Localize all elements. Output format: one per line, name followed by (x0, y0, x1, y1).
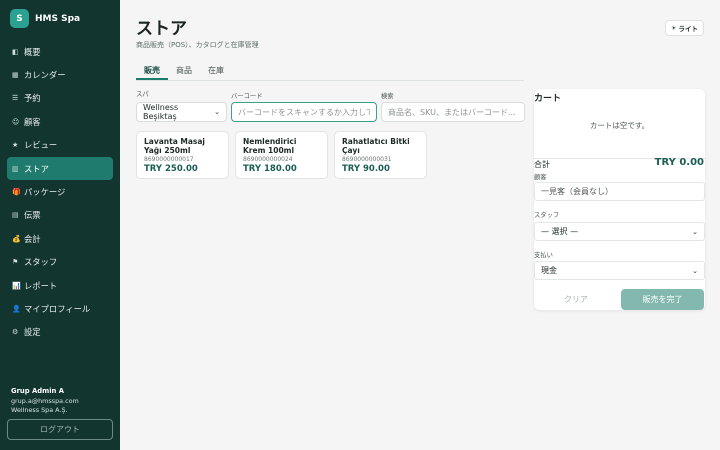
product-name: Rahatlatıcı Bitki Çayı (342, 137, 410, 155)
sidebar-item-vouchers[interactable]: ▤ 伝票 (7, 204, 113, 227)
tab-divider (136, 80, 524, 81)
payment-select[interactable]: 現金 ⌄ (534, 261, 705, 280)
sidebar-item-label: レポート (24, 280, 58, 291)
product-sku: 8690000000031 (342, 156, 392, 163)
money-bag-icon: 💰 (12, 234, 21, 243)
search-label: 検索 (381, 93, 394, 100)
user-icon: 👤 (12, 304, 21, 313)
theme-toggle-button[interactable]: ☀ ライト (665, 20, 704, 36)
search-input[interactable] (381, 102, 525, 122)
chart-icon: 📊 (12, 281, 21, 290)
chevron-down-icon: ⌄ (692, 227, 698, 236)
brand[interactable]: S HMS Spa (10, 9, 80, 28)
logout-button[interactable]: ログアウト (7, 419, 113, 440)
customer-field-value: 一見客（会員なし） (541, 187, 613, 196)
product-name: Nemlendirici Krem 100ml (243, 137, 297, 155)
sidebar-item-overview[interactable]: ◧ 概要 (7, 40, 113, 63)
sidebar: S HMS Spa ◧ 概要 ▦ カレンダー ☰ 予約 ☺ 顧客 ★ レビュー ▥ ストア … (0, 0, 120, 450)
sidebar-item-label: 概要 (24, 46, 41, 57)
sidebar-item-label: 予約 (24, 93, 41, 104)
flag-icon: ⚑ (12, 258, 19, 267)
gift-icon: 🎁 (12, 188, 21, 197)
clear-button[interactable]: クリア (534, 289, 618, 310)
staff-select[interactable]: — 選択 — ⌄ (534, 222, 705, 241)
sidebar-item-accounting[interactable]: 💰 会計 (7, 227, 113, 250)
product-sku: 8690000000017 (144, 156, 194, 163)
list-icon: ☰ (12, 94, 19, 103)
product-name: Lavanta Masaj Yağı 250ml (144, 137, 206, 155)
customer-label: 顧客 (534, 174, 547, 181)
sidebar-item-label: マイプロフィール (24, 303, 91, 314)
overview-icon: ◧ (12, 47, 19, 56)
brand-logo: S (10, 9, 29, 28)
product-price: TRY 180.00 (243, 164, 297, 174)
star-icon: ★ (12, 141, 19, 150)
sidebar-item-label: 会計 (24, 233, 41, 244)
complete-sale-button[interactable]: 販売を完了 (621, 289, 704, 310)
sidebar-item-label: レビュー (24, 140, 58, 151)
sidebar-item-staff[interactable]: ⚑ スタッフ (7, 251, 113, 274)
sidebar-nav: ◧ 概要 ▦ カレンダー ☰ 予約 ☺ 顧客 ★ レビュー ▥ ストア 🎁 パッケージ ▤ 伝票… (7, 40, 113, 344)
cart-title: カート (534, 94, 562, 104)
gear-icon: ⚙ (12, 328, 19, 337)
tab-products[interactable]: 商品 (168, 60, 200, 80)
calendar-icon: ▦ (12, 71, 19, 80)
payment-select-value: 現金 (541, 266, 557, 275)
tab-inventory[interactable]: 在庫 (200, 60, 232, 80)
sidebar-item-label: 設定 (24, 327, 41, 338)
product-card[interactable]: Nemlendirici Krem 100ml 8690000000024 TR… (235, 131, 328, 179)
sidebar-item-label: ストア (24, 163, 49, 174)
sidebar-item-label: カレンダー (24, 70, 66, 81)
staff-label: スタッフ (534, 212, 560, 219)
sidebar-item-reports[interactable]: 📊 レポート (7, 274, 113, 297)
cart-empty-message: カートは空です。 (589, 121, 650, 130)
total-label: 合計 (534, 160, 550, 169)
barcode-input[interactable] (231, 102, 377, 122)
sidebar-item-my-profile[interactable]: 👤 マイプロフィール (7, 297, 113, 320)
total-value: TRY 0.00 (654, 157, 704, 168)
user-email: grup.a@hmsspa.com (11, 396, 79, 405)
sun-icon: ☀ (671, 24, 677, 32)
sidebar-item-customers[interactable]: ☺ 顧客 (7, 110, 113, 133)
sidebar-item-label: 顧客 (24, 116, 41, 127)
payment-label: 支払い (534, 252, 553, 259)
user-company: Wellness Spa A.Ş. (11, 406, 68, 414)
tab-bar: 販売 商品 在庫 (136, 60, 232, 80)
sidebar-item-label: パッケージ (24, 187, 66, 198)
product-sku: 8690000000024 (243, 156, 293, 163)
spa-select[interactable]: Wellness Beşiktaş ⌄ (136, 102, 227, 122)
document-icon: ▤ (12, 211, 19, 220)
sidebar-item-store[interactable]: ▥ ストア (7, 156, 113, 181)
sidebar-item-settings[interactable]: ⚙ 設定 (7, 321, 113, 344)
product-price: TRY 90.00 (342, 164, 390, 174)
sidebar-item-reviews[interactable]: ★ レビュー (7, 134, 113, 157)
staff-select-value: — 選択 — (541, 227, 579, 236)
sidebar-item-label: 伝票 (24, 210, 41, 221)
page-subtitle: 商品販売（POS）、カタログと在庫管理 (136, 41, 259, 49)
user-name: Grup Admin A (11, 387, 65, 395)
spa-label: スパ (136, 91, 149, 98)
product-price: TRY 250.00 (144, 164, 198, 174)
theme-toggle-label: ライト (678, 25, 698, 33)
customer-field[interactable]: 一見客（会員なし） (534, 182, 705, 201)
page-title: ストア (136, 19, 187, 39)
cart-panel: カート カートは空です。 合計 TRY 0.00 顧客 一見客（会員なし） スタ… (534, 89, 705, 310)
barcode-label: バーコード (231, 93, 263, 100)
product-card[interactable]: Lavanta Masaj Yağı 250ml 8690000000017 T… (136, 131, 229, 179)
store-icon: ▥ (12, 164, 19, 173)
sidebar-item-calendar[interactable]: ▦ カレンダー (7, 63, 113, 86)
sidebar-item-reservations[interactable]: ☰ 予約 (7, 87, 113, 110)
product-card[interactable]: Rahatlatıcı Bitki Çayı 8690000000031 TRY… (334, 131, 427, 179)
customer-icon: ☺ (12, 117, 20, 126)
sidebar-item-packages[interactable]: 🎁 パッケージ (7, 180, 113, 203)
brand-name: HMS Spa (35, 13, 81, 24)
chevron-down-icon: ⌄ (214, 108, 220, 116)
sidebar-item-label: スタッフ (24, 257, 58, 268)
user-info: Grup Admin A grup.a@hmsspa.com Wellness … (11, 387, 79, 416)
spa-select-value: Wellness Beşiktaş (143, 103, 179, 121)
chevron-down-icon: ⌄ (692, 266, 698, 275)
tab-sales[interactable]: 販売 (136, 60, 168, 80)
